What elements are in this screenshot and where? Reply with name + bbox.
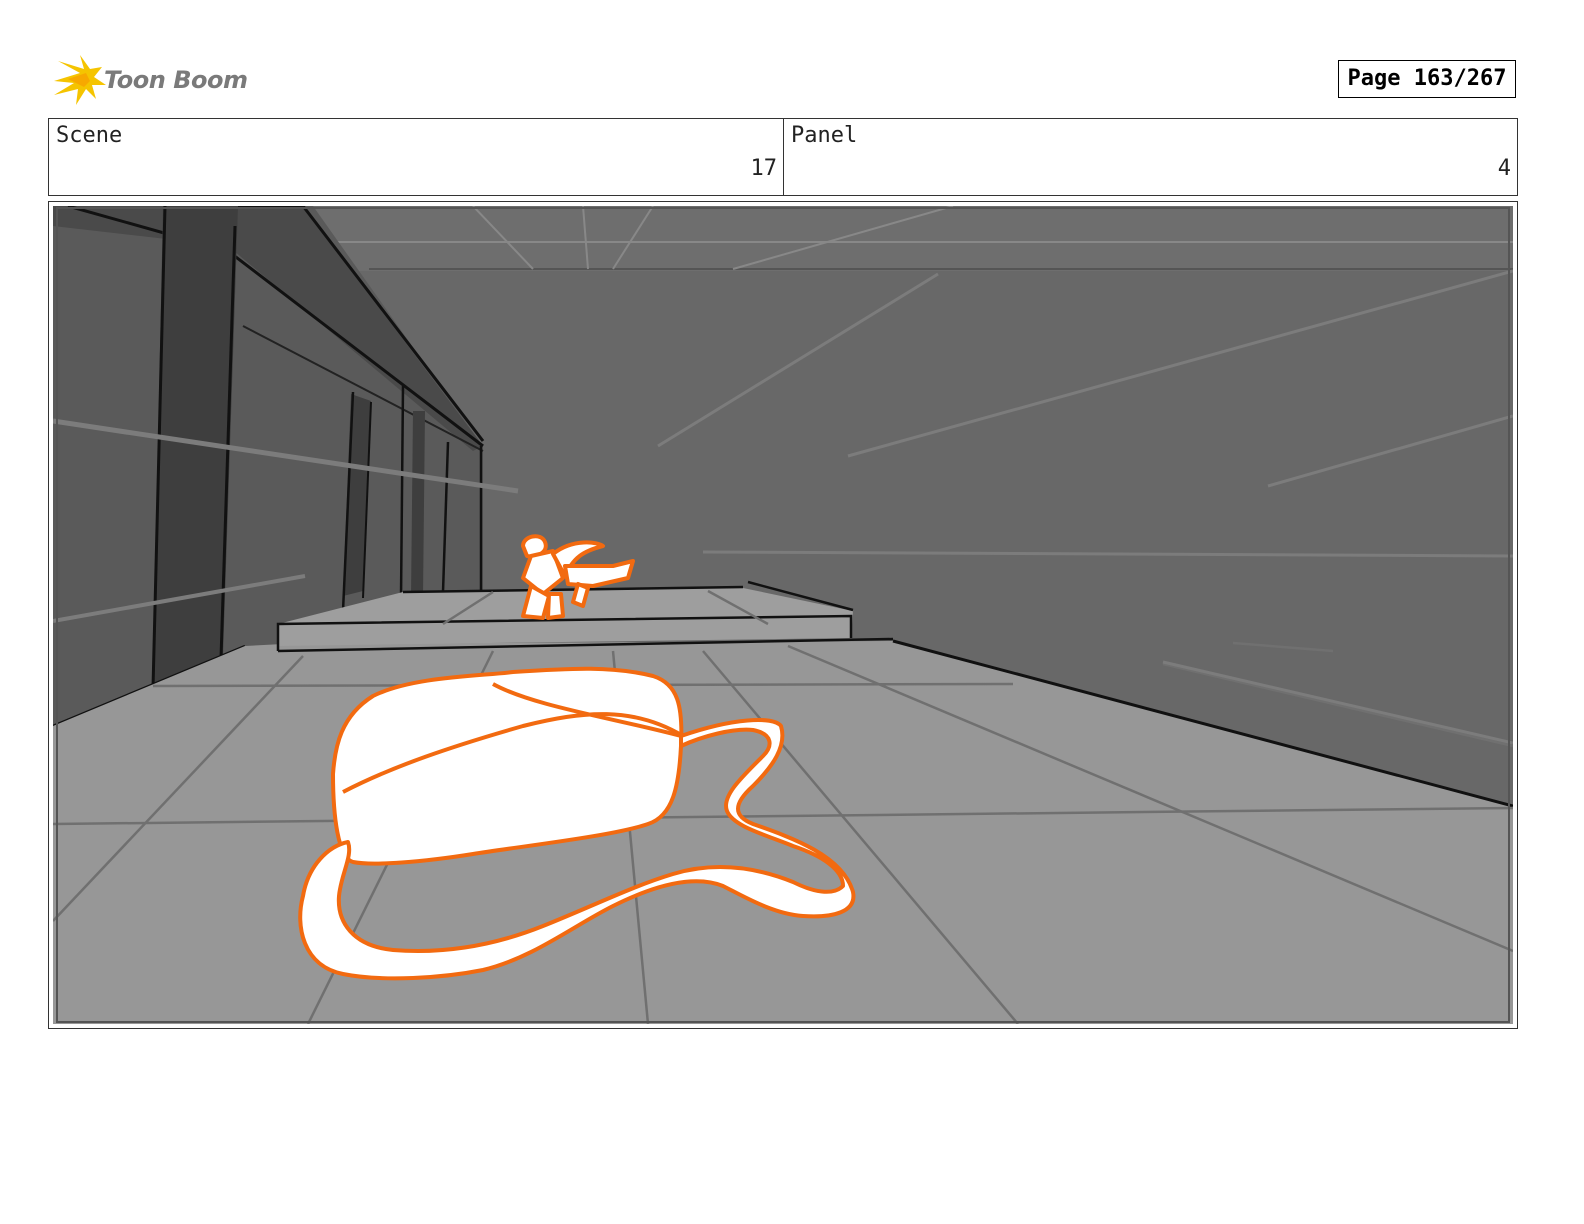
storyboard-panel-frame [48, 201, 1518, 1029]
scene-panel-info: Scene 17 Panel 4 [48, 118, 1518, 196]
scene-cell: Scene 17 [49, 119, 784, 195]
storyboard-sketch [53, 206, 1513, 1024]
page-indicator: Page 163/267 [1338, 60, 1516, 98]
scene-number: 17 [750, 156, 778, 181]
panel-number: 4 [1497, 156, 1511, 181]
scene-label: Scene [56, 123, 123, 148]
panel-cell: Panel 4 [784, 119, 1517, 195]
panel-label: Panel [791, 123, 858, 148]
starburst-icon [54, 55, 106, 105]
logo-text: Toon Boom [104, 66, 248, 94]
